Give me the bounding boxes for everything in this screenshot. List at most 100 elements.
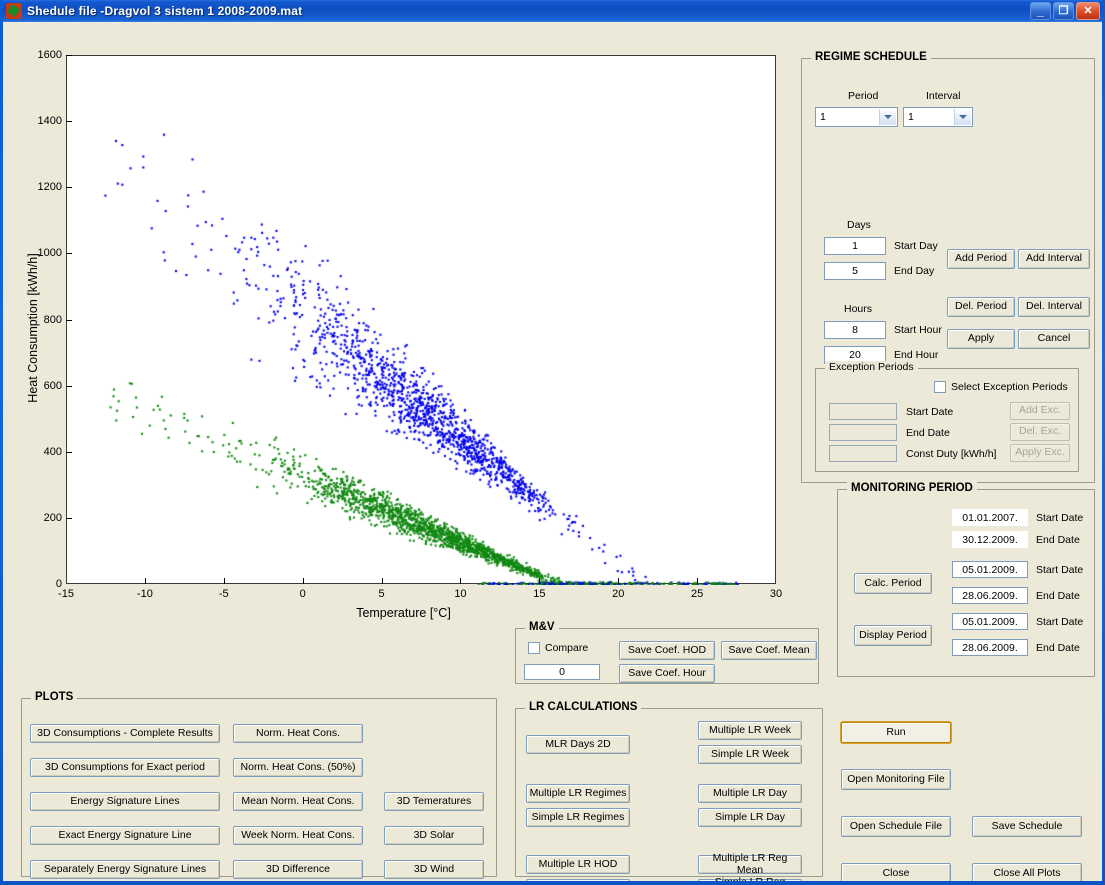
period-value: 1	[820, 111, 826, 123]
plot-button-3d-temeratures[interactable]: 3D Temeratures	[384, 792, 484, 811]
del-period-button[interactable]: Del. Period	[947, 297, 1015, 317]
add-exception-button[interactable]: Add Exc.	[1010, 402, 1070, 420]
monitoring-row-label-3: Start Date	[1036, 564, 1084, 576]
scatter-canvas	[67, 56, 777, 585]
select-exception-periods-label: Select Exception Periods	[951, 381, 1068, 393]
plot-button-exact-energy-signature-line[interactable]: Exact Energy Signature Line	[30, 826, 220, 845]
interval-label: Interval	[926, 90, 961, 102]
x-tick-mark	[697, 578, 699, 584]
x-tick-label: 10	[454, 588, 467, 600]
plot-button-mean-norm-heat-cons[interactable]: Mean Norm. Heat Cons.	[233, 792, 363, 811]
exception-const-duty-input[interactable]	[829, 445, 897, 462]
lr-button-mlr-days-2d[interactable]: MLR Days 2D	[526, 735, 630, 754]
mv-counter-input[interactable]: 0	[524, 664, 600, 680]
exception-start-date-input[interactable]	[829, 403, 897, 420]
plot-button-norm-heat-cons-50[interactable]: Norm. Heat Cons. (50%)	[233, 758, 363, 777]
monitoring-start-date-5[interactable]: 05.01.2009.	[952, 613, 1028, 630]
y-tick-mark	[66, 319, 72, 321]
monitoring-row-label-4: End Date	[1036, 590, 1080, 602]
apply-exception-button[interactable]: Apply Exc.	[1010, 444, 1070, 462]
regime-schedule-panel: REGIME SCHEDULE Period 1 Interval 1 Days…	[801, 51, 1095, 483]
lr-button-multiple-lr-week[interactable]: Multiple LR Week	[698, 721, 802, 740]
x-tick-label: 25	[690, 588, 704, 600]
open-schedule-file-button[interactable]: Open Schedule File	[841, 816, 951, 837]
del-exception-button[interactable]: Del. Exc.	[1010, 423, 1070, 441]
x-tick-label: 30	[769, 588, 783, 600]
save-coef-mean-button[interactable]: Save Coef. Mean	[721, 641, 817, 660]
compare-label: Compare	[545, 642, 589, 654]
lr-calculations-panel: LR CALCULATIONS MLR Days 2D Multiple LR R…	[515, 701, 823, 881]
lr-button-multiple-lr-day[interactable]: Multiple LR Day	[698, 784, 802, 803]
days-label: Days	[847, 219, 871, 231]
compare-checkbox[interactable]: Compare	[528, 642, 588, 654]
plot-button-3d-consumptions-complete-results[interactable]: 3D Consumptions - Complete Results	[30, 724, 220, 743]
monitoring-end-date-6[interactable]: 28.06.2009.	[952, 639, 1028, 656]
lr-button-simple-lr-reg-mean[interactable]: Simple LR Reg Mean	[698, 877, 802, 881]
y-tick-mark	[66, 517, 72, 519]
close-button[interactable]: Close	[841, 863, 951, 881]
apply-button[interactable]: Apply	[947, 329, 1015, 349]
monitoring-end-date-2[interactable]: 30.12.2009.	[952, 531, 1028, 548]
plot-button-energy-signature-lines[interactable]: Energy Signature Lines	[30, 792, 220, 811]
window-controls: _ ❐ ✕	[1030, 2, 1100, 20]
lr-button-simple-lr-day[interactable]: Simple LR Day	[698, 808, 802, 827]
exception-periods-title: Exception Periods	[825, 361, 918, 373]
end-day-input[interactable]: 5	[824, 262, 886, 280]
y-tick-label: 800	[43, 313, 62, 326]
x-tick-label: -15	[58, 588, 74, 600]
exception-end-date-input[interactable]	[829, 424, 897, 441]
monitoring-start-date-1[interactable]: 01.01.2007.	[952, 509, 1028, 526]
display-period-button[interactable]: Display Period	[854, 625, 932, 646]
lr-button-simple-lr-week[interactable]: Simple LR Week	[698, 745, 802, 764]
plot-button-separately-energy-signature-lines[interactable]: Separately Energy Signature Lines	[30, 860, 220, 879]
lr-button-simple-lr-regimes[interactable]: Simple LR Regimes	[526, 808, 630, 827]
add-period-button[interactable]: Add Period	[947, 249, 1015, 269]
end-hour-label: End Hour	[894, 349, 939, 361]
regime-schedule-title: REGIME SCHEDULE	[811, 51, 931, 63]
monitoring-row-label-5: Start Date	[1036, 616, 1084, 628]
interval-select[interactable]: 1	[903, 107, 973, 127]
minimize-button[interactable]: _	[1030, 2, 1051, 20]
restore-button[interactable]: ❐	[1053, 2, 1074, 20]
plot-button-3d-wind[interactable]: 3D Wind	[384, 860, 484, 879]
lr-button-multiple-lr-regimes[interactable]: Multiple LR Regimes	[526, 784, 630, 803]
monitoring-row-label-6: End Date	[1036, 642, 1080, 654]
plot-button-week-norm-heat-cons[interactable]: Week Norm. Heat Cons.	[233, 826, 363, 845]
lr-button-simple-lr-hod[interactable]: Simple LR HOD	[526, 879, 630, 881]
y-tick-mark	[66, 187, 72, 189]
plot-button-3d-solar[interactable]: 3D Solar	[384, 826, 484, 845]
start-day-input[interactable]: 1	[824, 237, 886, 255]
monitoring-start-date-3[interactable]: 05.01.2009.	[952, 561, 1028, 578]
save-schedule-button[interactable]: Save Schedule	[972, 816, 1082, 837]
calc-period-button[interactable]: Calc. Period	[854, 573, 932, 594]
add-interval-button[interactable]: Add Interval	[1018, 249, 1090, 269]
y-tick-mark	[66, 451, 72, 453]
plot-button-3d-difference[interactable]: 3D Difference	[233, 860, 363, 879]
x-tick-mark	[302, 578, 304, 584]
x-tick-label: 20	[612, 588, 625, 600]
mv-panel: M&V Compare 0 Save Coef. HOD Save Coef. …	[515, 621, 819, 684]
y-tick-mark	[66, 121, 72, 123]
run-button[interactable]: Run	[841, 722, 951, 743]
open-monitoring-file-button[interactable]: Open Monitoring File	[841, 769, 951, 790]
y-tick-label: 1200	[37, 181, 62, 194]
save-coef-hour-button[interactable]: Save Coef. Hour	[619, 664, 715, 683]
restore-icon: ❐	[1058, 4, 1069, 17]
del-interval-button[interactable]: Del. Interval	[1018, 297, 1090, 317]
close-window-button[interactable]: ✕	[1076, 2, 1100, 20]
start-hour-input[interactable]: 8	[824, 321, 886, 339]
monitoring-end-date-4[interactable]: 28.06.2009.	[952, 587, 1028, 604]
close-all-plots-button[interactable]: Close All Plots	[972, 863, 1082, 881]
x-tick-label: 15	[533, 588, 546, 600]
monitoring-period-panel: MONITORING PERIOD Calc. Period Display P…	[837, 482, 1095, 677]
period-select[interactable]: 1	[815, 107, 898, 127]
checkbox-icon	[934, 381, 946, 393]
cancel-button[interactable]: Cancel	[1018, 329, 1090, 349]
save-coef-hod-button[interactable]: Save Coef. HOD	[619, 641, 715, 660]
lr-button-multiple-lr-reg-mean[interactable]: Multiple LR Reg Mean	[698, 853, 802, 875]
lr-button-multiple-lr-hod[interactable]: Multiple LR HOD	[526, 855, 630, 874]
x-tick-mark	[460, 578, 462, 584]
select-exception-periods-checkbox[interactable]: Select Exception Periods	[934, 381, 1068, 393]
plot-button-norm-heat-cons[interactable]: Norm. Heat Cons.	[233, 724, 363, 743]
plot-button-3d-consumptions-for-exact-period[interactable]: 3D Consumptions for Exact period	[30, 758, 220, 777]
